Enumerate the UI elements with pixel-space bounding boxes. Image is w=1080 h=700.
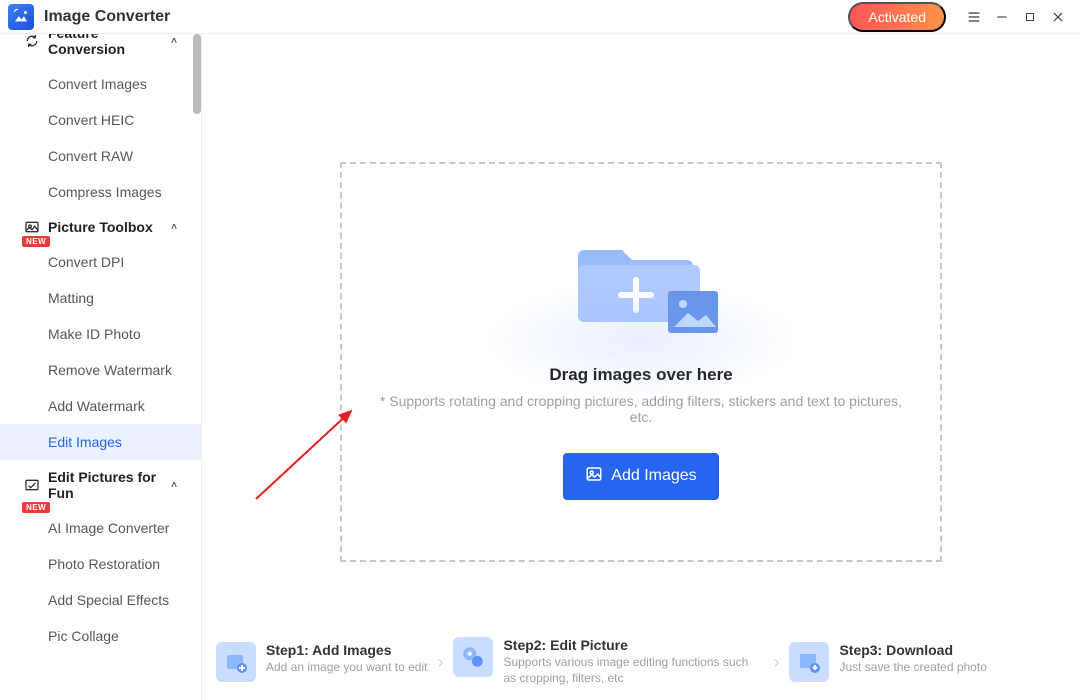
step3-icon (789, 642, 829, 682)
sidebar-item-photo-restoration[interactable]: Photo Restoration (0, 546, 201, 582)
sidebar-item-add-watermark[interactable]: Add Watermark (0, 388, 201, 424)
sidebar-item-remove-watermark[interactable]: Remove Watermark (0, 352, 201, 388)
main-panel: Drag images over here * Supports rotatin… (202, 34, 1080, 700)
titlebar: Image Converter Activated (0, 0, 1080, 34)
chevron-up-icon: ˄ (171, 480, 177, 491)
feature-conversion-icon (24, 34, 40, 49)
step1-icon (216, 642, 256, 682)
sidebar-item-add-special-effects[interactable]: Add Special Effects (0, 582, 201, 618)
chevron-up-icon: ˄ (171, 222, 177, 233)
app-logo-icon (8, 4, 34, 30)
step3-title: Step3: Download (839, 642, 986, 658)
add-images-label: Add Images (611, 467, 696, 485)
app-title: Image Converter (44, 8, 170, 26)
maximize-icon[interactable] (1016, 3, 1044, 31)
sidebar-item-compress-images[interactable]: Compress Images (0, 174, 201, 210)
sidebar-item-ai-image-converter[interactable]: AI Image Converter (0, 510, 201, 546)
sidebar: Feature Conversion ˄ Convert Images Conv… (0, 34, 202, 700)
step2-desc: Supports various image editing functions… (503, 655, 763, 686)
sidebar-section-feature-conversion[interactable]: Feature Conversion ˄ (0, 34, 201, 66)
step-1: Step1: Add Images Add an image you want … (216, 642, 427, 682)
step-2: Step2: Edit Picture Supports various ima… (453, 637, 763, 686)
section-label: Picture Toolbox (48, 219, 153, 235)
picture-toolbox-icon (24, 219, 40, 235)
edit-fun-icon (24, 477, 40, 493)
minimize-icon[interactable] (988, 3, 1016, 31)
section-label: Feature Conversion (48, 34, 163, 57)
dropzone-glow (481, 280, 801, 400)
chevron-right-icon: › (769, 652, 783, 673)
add-images-button[interactable]: Add Images (563, 453, 718, 500)
step1-desc: Add an image you want to edit (266, 660, 427, 676)
hamburger-menu-icon[interactable] (960, 3, 988, 31)
sidebar-item-convert-heic[interactable]: Convert HEIC (0, 102, 201, 138)
chevron-right-icon: › (433, 652, 447, 673)
step1-title: Step1: Add Images (266, 642, 427, 658)
step3-desc: Just save the created photo (839, 660, 986, 676)
image-icon (585, 465, 603, 488)
chevron-up-icon: ˄ (171, 36, 177, 47)
step-3: Step3: Download Just save the created ph… (789, 642, 986, 682)
sidebar-item-pic-collage[interactable]: Pic Collage (0, 618, 201, 654)
close-icon[interactable] (1044, 3, 1072, 31)
dropzone[interactable]: Drag images over here * Supports rotatin… (340, 162, 942, 562)
sidebar-item-matting[interactable]: Matting (0, 280, 201, 316)
sidebar-item-convert-dpi[interactable]: Convert DPI (0, 244, 201, 280)
activated-pill[interactable]: Activated (848, 2, 946, 32)
section-label: Edit Pictures for Fun (48, 469, 163, 501)
sidebar-item-convert-raw[interactable]: Convert RAW (0, 138, 201, 174)
step2-icon (453, 637, 493, 677)
step2-title: Step2: Edit Picture (503, 637, 763, 653)
steps-bar: Step1: Add Images Add an image you want … (202, 624, 1080, 700)
sidebar-item-convert-images[interactable]: Convert Images (0, 66, 201, 102)
sidebar-item-edit-images[interactable]: Edit Images (0, 424, 201, 460)
sidebar-item-make-id-photo[interactable]: Make ID Photo (0, 316, 201, 352)
